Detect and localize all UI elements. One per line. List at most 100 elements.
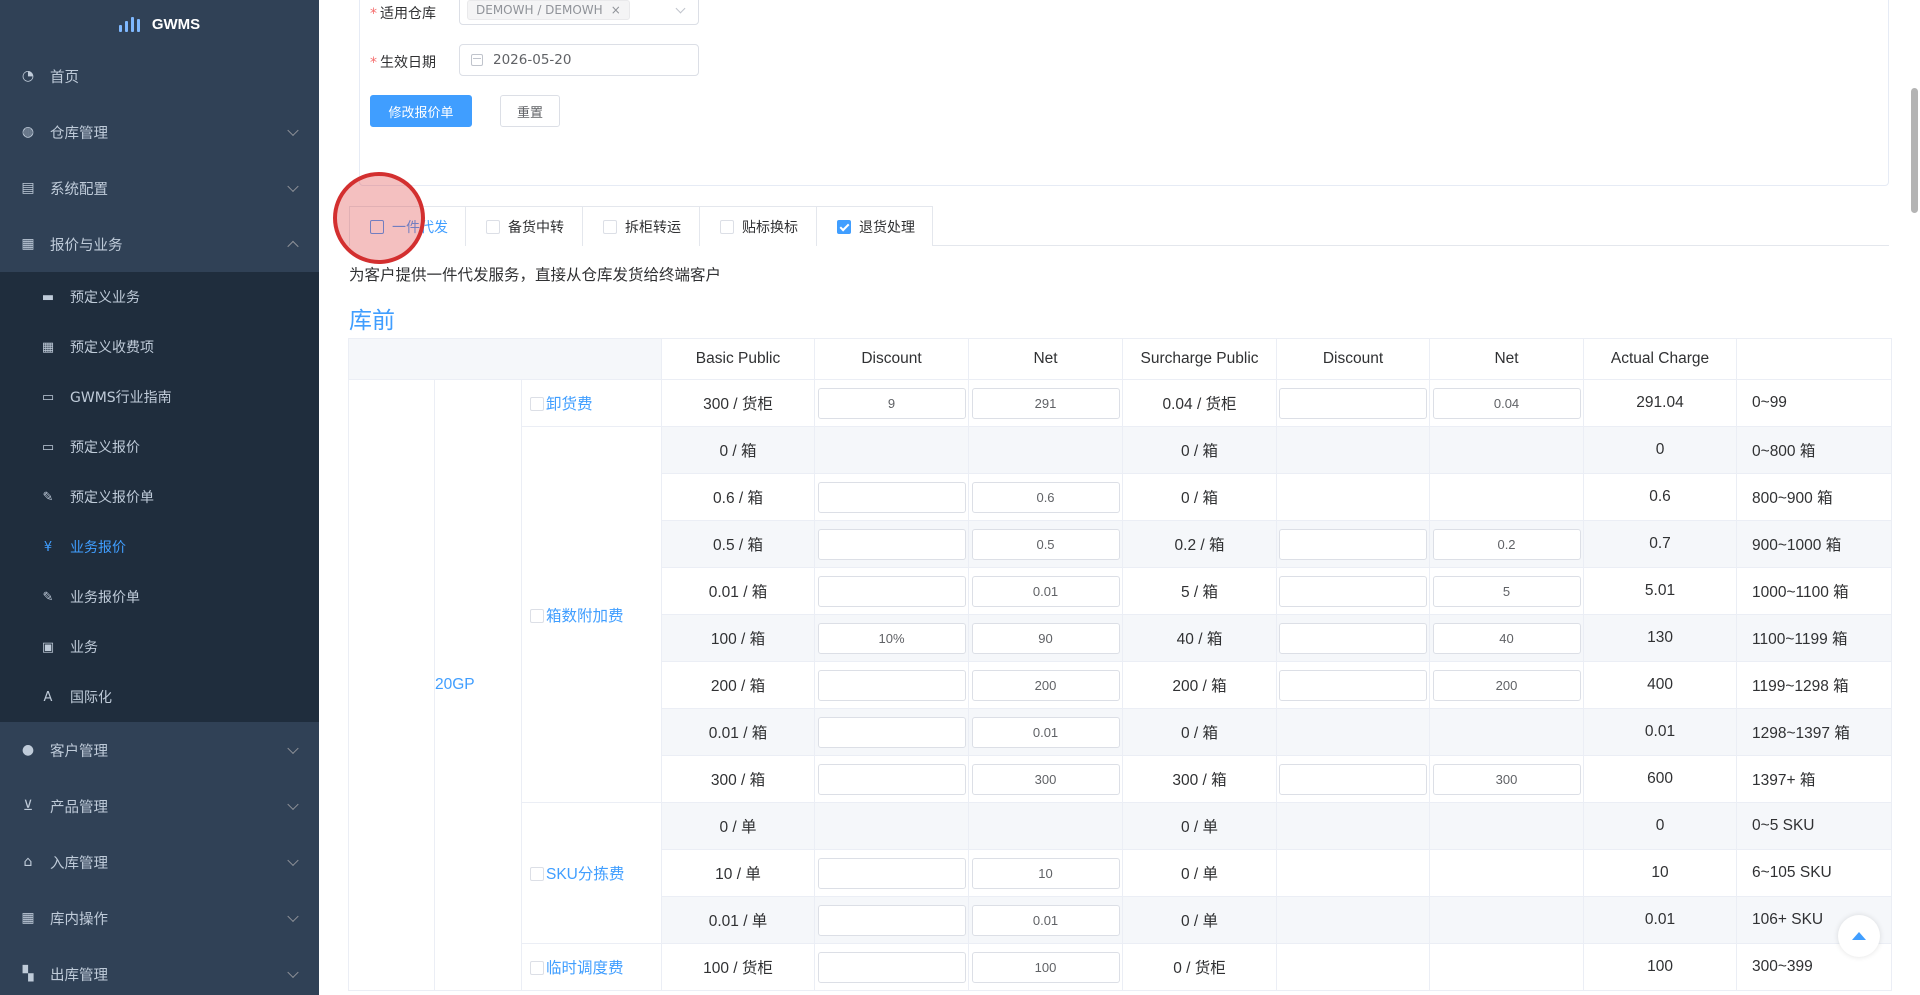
net-input[interactable]: 0.01 (971, 716, 1120, 748)
surcharge-public: 0 / 单 (1122, 849, 1278, 897)
net-cell: 0.5 (968, 520, 1124, 568)
surcharge-discount-input[interactable] (1279, 575, 1428, 607)
back-to-top-button[interactable] (1838, 915, 1880, 957)
quote-icon: ▦ (21, 236, 35, 252)
net-input[interactable]: 10 (971, 857, 1120, 889)
surcharge-discount-input[interactable] (1279, 387, 1428, 419)
net-input[interactable]: 0.6 (971, 481, 1120, 513)
surcharge-discount-input[interactable] (1279, 528, 1428, 560)
range-text: 1397+ 箱 (1752, 772, 1816, 789)
checkbox-icon[interactable] (486, 219, 500, 234)
submenu-item-8[interactable]: A 国际化 (0, 672, 319, 722)
discount-input[interactable] (817, 763, 966, 795)
surcharge-discount-cell (1276, 567, 1431, 615)
discount-input[interactable] (817, 481, 966, 513)
surcharge-discount-input[interactable] (1279, 763, 1428, 795)
sidebar-item-apps[interactable]: ▚ 出库管理 (0, 946, 319, 995)
submenu-item-5[interactable]: ¥ 业务报价 (0, 522, 319, 572)
chevron-down-icon (287, 742, 299, 755)
net-input[interactable]: 300 (971, 763, 1120, 795)
effective-date-picker[interactable]: 2026-05-20 (459, 44, 699, 76)
tab-2[interactable]: 拆柜转运 (582, 206, 700, 246)
fee-name-cell[interactable]: SKU分拣费 (520, 802, 663, 944)
sidebar-item-dashboard[interactable]: ◔ 首页 (0, 48, 319, 104)
net-input[interactable]: 0.5 (971, 528, 1120, 560)
warehouse-select[interactable]: DEMOWH / DEMOWH × (459, 0, 699, 25)
column-header: Actual Charge (1583, 338, 1738, 380)
surcharge-net-cell (1429, 426, 1585, 474)
checkbox-icon[interactable] (530, 961, 544, 975)
actual-charge-text: 600 (1647, 770, 1673, 787)
sidebar-item-server[interactable]: ▤ 系统配置 (0, 160, 319, 216)
submenu-item-6[interactable]: ✎ 业务报价单 (0, 572, 319, 622)
vertical-scrollbar[interactable] (1911, 88, 1918, 213)
surcharge-public-text: 300 / 箱 (1172, 772, 1227, 789)
tab-3[interactable]: 贴标换标 (699, 206, 817, 246)
basic-public: 0 / 箱 (661, 426, 816, 474)
basic-public-text: 10 / 单 (715, 866, 761, 883)
tab-4[interactable]: 退货处理 (816, 206, 933, 246)
submenu-item-0[interactable]: ▬ 预定义业务 (0, 272, 319, 322)
submenu-item-1[interactable]: ▦ 预定义收费项 (0, 322, 319, 372)
surcharge-net-input[interactable]: 5 (1432, 575, 1581, 607)
range-text: 800~900 箱 (1752, 490, 1833, 507)
sidebar-item-label: 报价与业务 (50, 237, 123, 254)
sidebar-item-globe[interactable]: ◍ 仓库管理 (0, 104, 319, 160)
sidebar-item-home[interactable]: ⌂ 入库管理 (0, 834, 319, 890)
surcharge-public-text: 0 / 单 (1180, 819, 1219, 836)
submenu-item-3[interactable]: ▭ 预定义报价 (0, 422, 319, 472)
discount-input[interactable] (817, 716, 966, 748)
net-input[interactable]: 90 (971, 622, 1120, 654)
logo[interactable]: GWMS (0, 0, 319, 48)
surcharge-net-input[interactable]: 200 (1432, 669, 1581, 701)
discount-input[interactable] (817, 528, 966, 560)
sidebar-item-label: 出库管理 (50, 967, 108, 984)
fee-name-cell[interactable]: 卸货费 (520, 379, 663, 427)
discount-input[interactable] (817, 669, 966, 701)
edit-icon: ✎ (42, 589, 54, 605)
apps-icon: ▚ (22, 966, 34, 982)
surcharge-public-text: 0.2 / 箱 (1174, 537, 1225, 554)
tab-1[interactable]: 备货中转 (465, 206, 583, 246)
sidebar-item-quote[interactable]: ▦ 报价与业务 (0, 216, 319, 272)
checkbox-checked-icon[interactable] (837, 219, 851, 234)
submenu-item-4[interactable]: ✎ 预定义报价单 (0, 472, 319, 522)
surcharge-net-input[interactable]: 300 (1432, 763, 1581, 795)
net-input[interactable]: 100 (971, 951, 1120, 983)
surcharge-net-input[interactable]: 0.2 (1432, 528, 1581, 560)
sidebar-item-user[interactable]: ● 客户管理 (0, 722, 319, 778)
surcharge-net-input[interactable]: 0.04 (1432, 387, 1581, 419)
discount-cell (814, 802, 970, 850)
checkbox-icon[interactable] (530, 867, 544, 881)
checkbox-icon[interactable] (530, 608, 544, 623)
discount-input[interactable] (817, 951, 966, 983)
submenu-item-7[interactable]: ▣ 业务 (0, 622, 319, 672)
net-input[interactable]: 0.01 (971, 904, 1120, 936)
surcharge-net-cell: 300 (1429, 755, 1585, 803)
discount-input[interactable] (817, 857, 966, 889)
discount-cell (814, 473, 970, 521)
surcharge-discount-input[interactable] (1279, 622, 1428, 654)
reset-button[interactable]: 重置 (500, 95, 560, 127)
net-input[interactable]: 200 (971, 669, 1120, 701)
checkbox-icon[interactable] (720, 219, 734, 234)
net-input[interactable]: 0.01 (971, 575, 1120, 607)
net-input[interactable]: 291 (971, 387, 1120, 419)
surcharge-net-input[interactable]: 40 (1432, 622, 1581, 654)
discount-input[interactable] (817, 575, 966, 607)
discount-input[interactable] (817, 904, 966, 936)
sidebar-item-grid[interactable]: ▦ 库内操作 (0, 890, 319, 946)
update-quote-button[interactable]: 修改报价单 (370, 95, 472, 127)
submenu-item-2[interactable]: ▭ GWMS行业指南 (0, 372, 319, 422)
tag-close-icon[interactable]: × (611, 3, 621, 17)
sidebar-item-cart[interactable]: ⊻ 产品管理 (0, 778, 319, 834)
range-text: 1100~1199 箱 (1752, 631, 1848, 648)
discount-input[interactable]: 9 (817, 387, 966, 419)
discount-input[interactable]: 10% (817, 622, 966, 654)
surcharge-discount-input[interactable] (1279, 669, 1428, 701)
fee-name-cell[interactable]: 箱数附加费 (520, 426, 663, 803)
checkbox-icon[interactable] (530, 397, 544, 411)
checkbox-icon[interactable] (603, 219, 617, 234)
fee-name-cell[interactable]: 临时调度费 (520, 943, 663, 991)
range: 1199~1298 箱 (1736, 661, 1893, 709)
